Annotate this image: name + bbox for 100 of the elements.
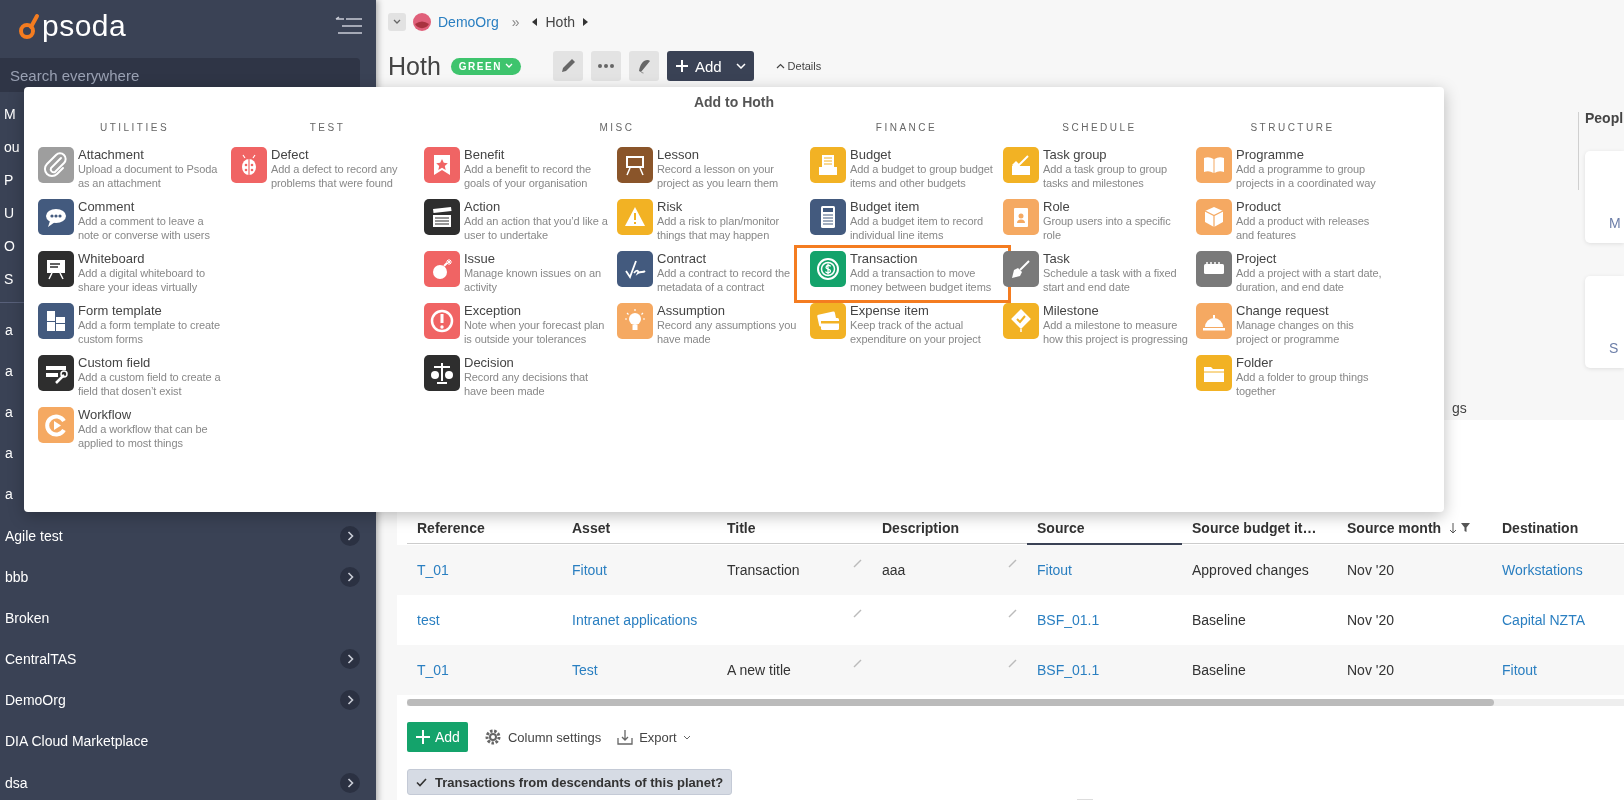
scrollbar[interactable] [407,699,1494,706]
item-description: Add an action that you’d like a user to undertake [464,214,609,242]
next-icon[interactable] [582,18,589,26]
item-label: Custom field [78,355,152,370]
column-header[interactable]: Description [872,513,1027,544]
more-button[interactable] [590,51,621,81]
table-cell[interactable]: aaa [872,545,1027,595]
link-cell[interactable]: BSF_01.1 [1027,645,1182,695]
item-label: Assumption [657,303,726,318]
link-cell[interactable]: Test [562,645,717,695]
sidebar-item[interactable]: bbb [0,556,376,598]
item-description: Record a lesson on your project as you learn them [657,162,779,190]
link-cell[interactable]: T_01 [407,545,562,595]
link-cell[interactable]: Capital NZTA [1492,595,1624,645]
person-card[interactable]: S [1585,276,1624,368]
item-description: Add a project with a start date, duration, and end date [1236,266,1382,294]
export-button[interactable]: Export [617,729,691,745]
item-label: Decision [464,355,515,370]
page-title: Hoth [388,51,441,81]
item-description: Manage known issues on an activity [464,266,602,294]
section-heading: SCHEDULE [1061,122,1138,135]
sidebar-item[interactable]: U [0,197,15,230]
link-cell[interactable]: Fitout [562,545,717,595]
sidebar-item[interactable]: Broken [0,597,376,639]
sidebar-item[interactable]: M [0,98,16,131]
column-header[interactable]: Source month [1337,513,1492,544]
chevron-icon[interactable] [340,772,360,793]
column-header[interactable]: Reference [407,513,562,544]
tab-label[interactable]: gs [1452,400,1467,420]
sidebar-item[interactable]: P [0,164,14,197]
previous-icon[interactable] [532,18,539,26]
item-label: Role [1043,199,1071,214]
section-heading: UTILITIES [98,122,171,135]
column-header[interactable]: Destination [1492,513,1624,544]
filter-icon[interactable] [1461,522,1471,532]
item-label: Milestone [1043,303,1100,318]
chevron-icon[interactable] [340,690,360,711]
sidebar-item[interactable]: ou [0,131,20,164]
sidebar-item[interactable]: O [0,230,15,263]
filter-toggle[interactable]: Transactions from descendants of this planet? [407,769,733,795]
section-heading: FINANCE [874,122,939,135]
column-header[interactable]: Source budget it… [1182,513,1337,544]
caret-icon[interactable] [735,63,746,69]
section-heading: STRUCTURE [1249,122,1336,135]
chevron-icon[interactable] [340,566,360,587]
item-description: Record any decisions that have been made [464,370,590,398]
sidebar-item[interactable]: Agile test [0,514,376,557]
item-description: Upload a document to Psoda as an attachment [78,162,219,190]
link-cell[interactable]: Intranet applications [562,595,717,645]
caret-icon [504,63,513,69]
sidebar-item[interactable]: DemoOrg [0,679,376,721]
item-label: Risk [657,199,684,214]
sidebar-item[interactable]: dsa [0,762,376,800]
item-description: Schedule a task with a fixed start and end date [1043,266,1178,294]
plus-icon [415,729,431,745]
link-cell[interactable]: BSF_01.1 [1027,595,1182,645]
table-cell-text: Baseline [1191,661,1247,680]
logo-text[interactable]: psoda [42,9,127,43]
item-description: Record any assumptions you have made [657,318,798,346]
breadcrumb-link[interactable]: DemoOrg [438,14,499,30]
link-cell[interactable]: test [407,595,562,645]
item-label: Folder [1236,355,1274,370]
column-settings-button[interactable]: Column settings [483,728,602,746]
link-cell[interactable]: Fitout [1027,545,1182,595]
sidebar-item[interactable]: a [5,445,13,462]
link-cell[interactable]: T_01 [407,645,562,695]
link-cell[interactable]: Workstations [1492,545,1624,595]
breadcrumb-current[interactable]: Hoth [545,14,576,30]
item-description: Add a folder to group things together [1236,370,1370,398]
sidebar-item[interactable]: DIA Cloud Marketplace [0,720,376,763]
item-label: Whiteboard [78,251,146,266]
item-label: Project [1236,251,1278,266]
table-cell[interactable]: A new title [717,645,872,695]
add-button[interactable]: Add [666,51,754,81]
column-header[interactable]: Title [717,513,872,544]
sidebar-item[interactable]: a [5,486,13,503]
chevron-icon[interactable] [340,525,360,546]
link-cell[interactable]: Fitout [1492,645,1624,695]
sidebar-item[interactable]: a [5,403,13,420]
sidebar-item[interactable]: a [5,362,13,379]
sidebar-item[interactable]: S [0,263,14,296]
column-header[interactable]: Asset [562,513,717,544]
item-description: Add a budget to group budget items and other budgets [850,162,994,190]
details-toggle[interactable]: Details [775,60,822,72]
chevron-icon[interactable] [340,649,360,670]
item-label: Lesson [657,147,700,162]
person-card[interactable]: M [1585,151,1624,243]
item-description: Add a transaction to move money between budget items [850,266,993,294]
item-description: Add a custom field to create a field that dosen’t exist [78,370,222,398]
item-description: Add a form template to create custom forms [78,318,221,346]
sidebar-item[interactable]: a [5,321,13,338]
item-label: Workflow [78,407,133,422]
notification-button[interactable] [628,51,659,81]
table-cell[interactable]: Transaction [717,545,872,595]
sidebar-item[interactable]: CentralTAS [0,638,376,680]
item-description: Add a contract to record the metadata of a contract [657,266,791,294]
edit-button[interactable] [552,51,583,81]
menu-item[interactable]: Defect Add a defect to record any problems that were found [228,141,420,199]
menu-icon[interactable] [334,16,362,36]
sort-icon[interactable] [1449,522,1458,534]
